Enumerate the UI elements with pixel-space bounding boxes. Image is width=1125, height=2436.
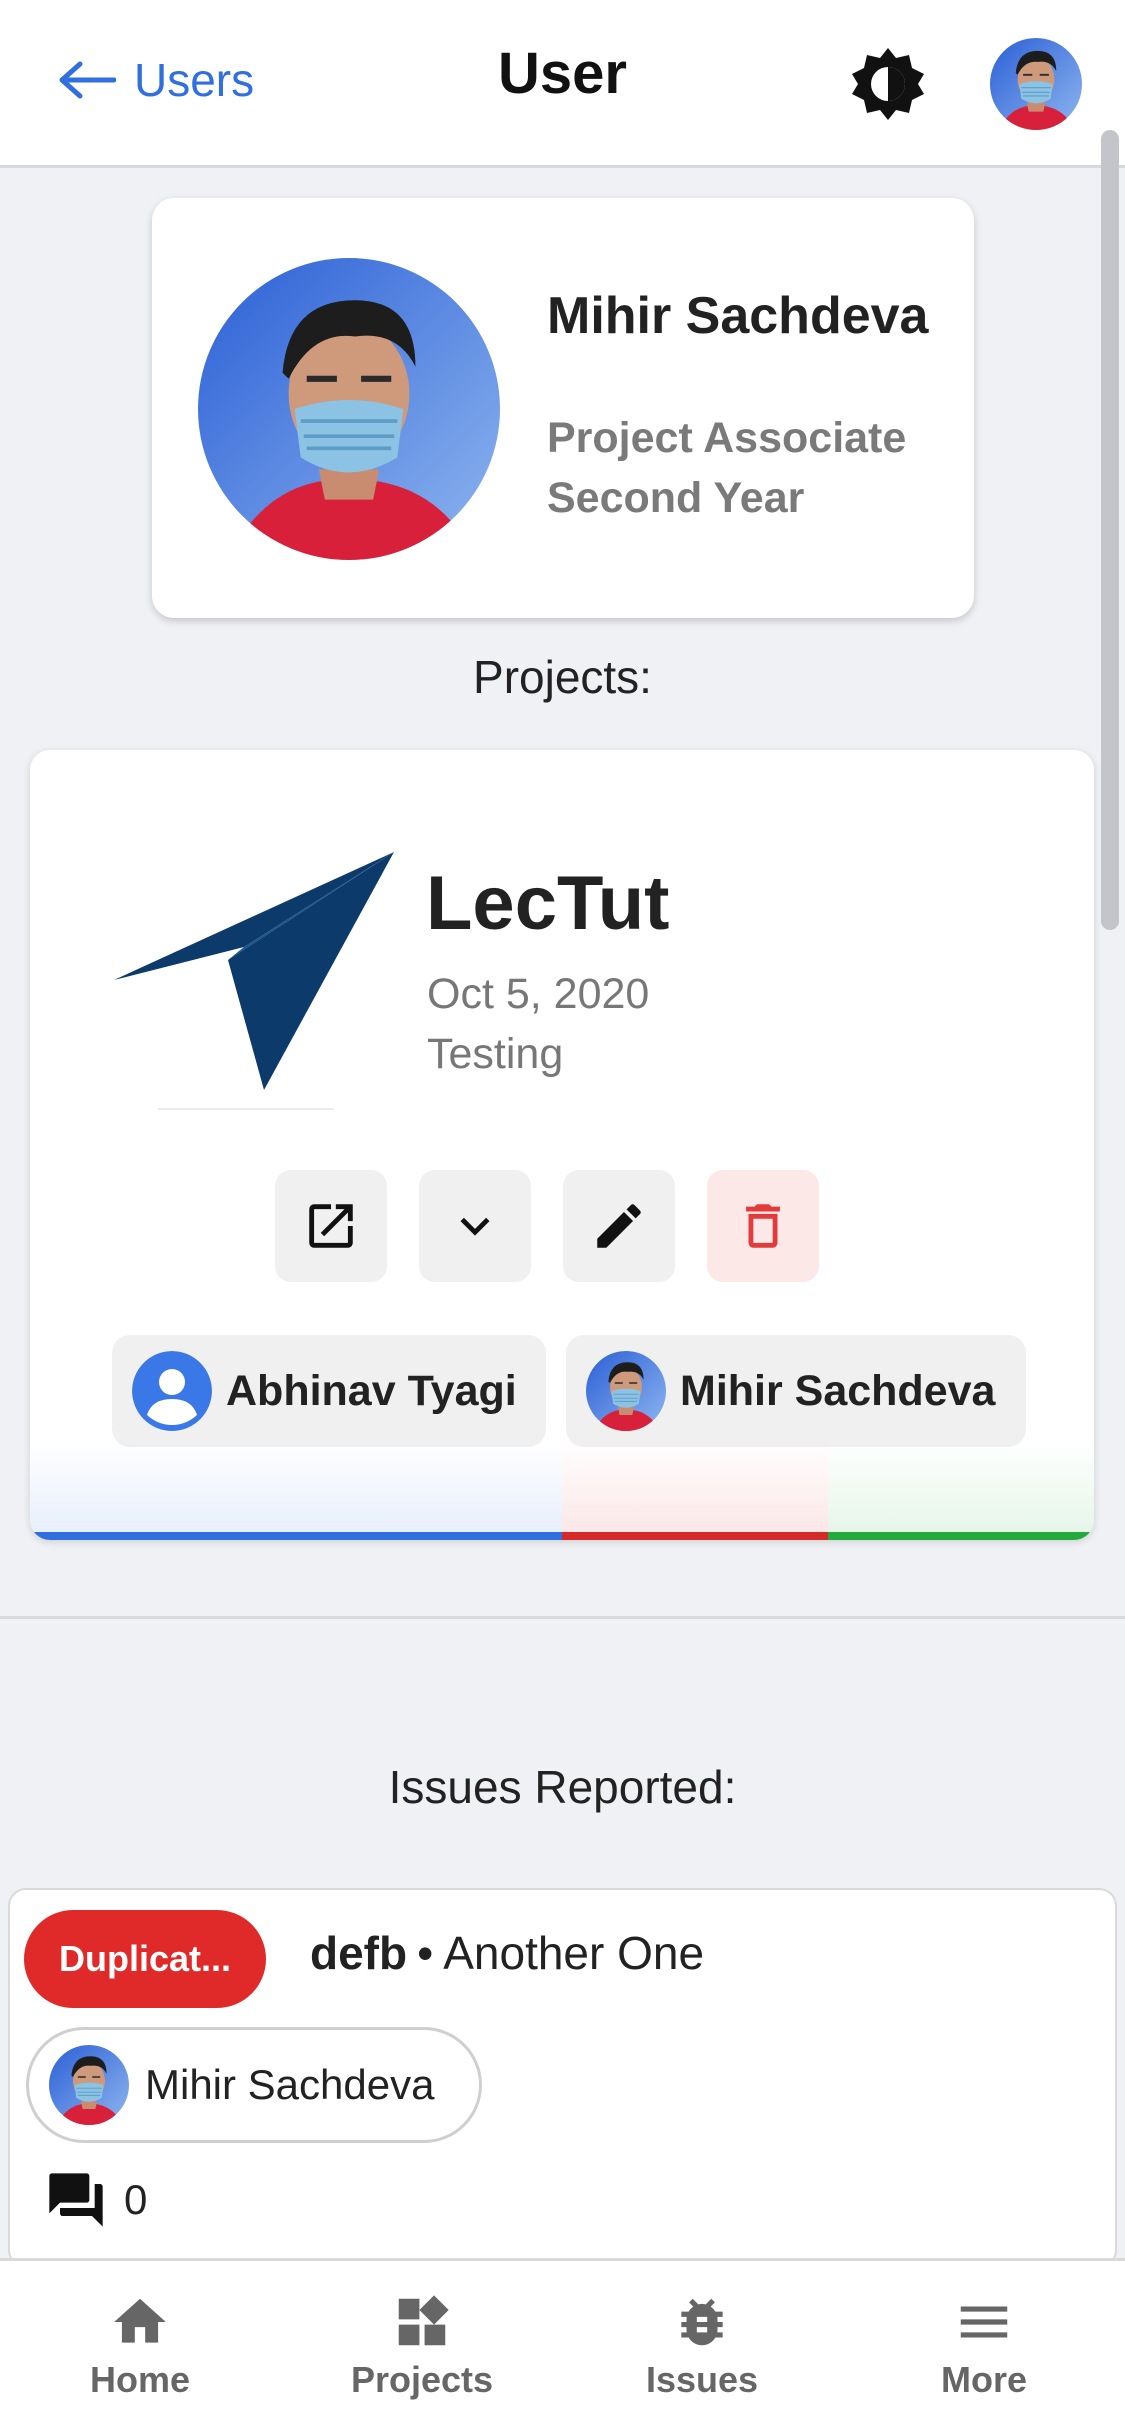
menu-icon	[960, 2306, 1008, 2338]
projects-icon	[398, 2295, 449, 2346]
profile-position: Project Associate	[547, 414, 907, 462]
comments-icon	[49, 2173, 103, 2227]
project-name: LecTut	[426, 861, 670, 946]
member-chip[interactable]: Mihir Sachdeva	[566, 1335, 1026, 1447]
project-card[interactable]: LecTut Oct 5, 2020 Testing Abhinav Tyagi	[30, 750, 1094, 1540]
projects-heading: Projects:	[473, 651, 652, 703]
progress-segment	[828, 1532, 1094, 1540]
reporter-chip[interactable]: Mihir Sachdeva	[26, 2027, 482, 2143]
project-status: Testing	[427, 1030, 564, 1078]
edit-project-button[interactable]	[563, 1170, 675, 1282]
nav-label: Issues	[645, 2359, 759, 2400]
profile-card: Mihir Sachdeva Project Associate Second …	[152, 198, 974, 618]
profile-year: Second Year	[547, 474, 805, 522]
title-separator: •	[417, 1927, 434, 1979]
chevron-down-icon	[460, 1217, 490, 1236]
profile-avatar	[198, 258, 500, 560]
profile-name: Mihir Sachdeva	[547, 287, 929, 345]
person-placeholder-icon	[132, 1351, 212, 1431]
theme-toggle-button[interactable]	[850, 46, 926, 122]
profile-role: Project Associate Second Year	[547, 408, 906, 528]
progress-bar	[30, 1532, 1094, 1540]
home-icon	[114, 2298, 166, 2343]
member-name: Mihir Sachdeva	[680, 1366, 996, 1415]
section-divider	[0, 1616, 1125, 1619]
logo-divider	[158, 1108, 334, 1110]
brightness-icon	[852, 48, 924, 120]
bug-icon	[681, 2298, 723, 2346]
nav-more[interactable]: More	[874, 2291, 1094, 2401]
open-project-button[interactable]	[275, 1170, 387, 1282]
issue-name: Another One	[443, 1927, 705, 1979]
issues-heading: Issues Reported:	[388, 1761, 737, 1813]
issue-status-badge: Duplicat...	[24, 1910, 266, 2008]
nav-label: Home	[89, 2359, 191, 2400]
top-app-bar: Users User	[0, 0, 1125, 168]
nav-label: More	[940, 2359, 1027, 2400]
nav-home[interactable]: Home	[30, 2291, 250, 2401]
project-logo-icon	[114, 852, 394, 1090]
project-date: Oct 5, 2020	[427, 970, 650, 1018]
member-name: Abhinav Tyagi	[226, 1366, 517, 1415]
status-glow	[30, 1440, 1094, 1540]
trash-icon	[746, 1204, 780, 1248]
comment-count: 0	[44, 2168, 147, 2232]
pencil-icon	[597, 1204, 641, 1248]
issue-card[interactable]: Duplicat... defb • Another One Mihir Sachd…	[8, 1888, 1117, 2268]
progress-segment	[30, 1532, 562, 1540]
page-title: User	[498, 41, 627, 106]
member-chip[interactable]: Abhinav Tyagi	[112, 1335, 546, 1447]
progress-segment	[562, 1532, 828, 1540]
comment-count-value: 0	[124, 2176, 148, 2223]
issue-project: defb	[310, 1927, 408, 1979]
open-in-new-icon	[309, 1204, 353, 1248]
nav-issues[interactable]: Issues	[592, 2291, 812, 2401]
delete-project-button[interactable]	[707, 1170, 819, 1282]
reporter-name: Mihir Sachdeva	[145, 2061, 435, 2108]
scrollbar-thumb[interactable]	[1101, 130, 1119, 930]
reporter-avatar	[49, 2045, 129, 2125]
member-avatar	[586, 1351, 666, 1431]
account-avatar[interactable]	[990, 38, 1082, 130]
issue-title[interactable]: defb • Another One	[310, 1926, 704, 1980]
expand-project-button[interactable]	[419, 1170, 531, 1282]
nav-label: Projects	[350, 2359, 494, 2400]
nav-projects[interactable]: Projects	[312, 2291, 532, 2401]
bottom-navigation: Home Projects Issues More	[0, 2258, 1125, 2436]
